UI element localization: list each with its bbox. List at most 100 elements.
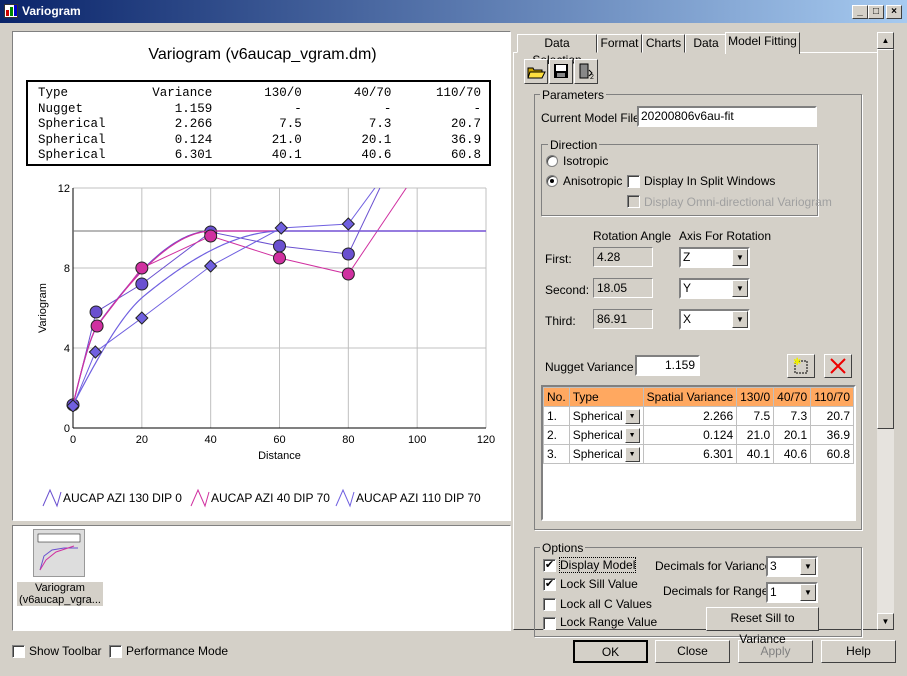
isotropic-radio[interactable] (546, 155, 558, 167)
tab-charts[interactable]: Charts (642, 34, 685, 53)
thumbnail-variogram[interactable] (33, 529, 85, 577)
chevron-down-icon[interactable]: ▼ (732, 280, 748, 297)
y-tick-label: 12 (58, 183, 70, 195)
rotation-axis-select[interactable]: Y ▼ (679, 278, 750, 299)
axis-for-rotation-header: Axis For Rotation (679, 229, 772, 243)
decimals-variances-select[interactable]: 3 ▼ (766, 556, 818, 577)
tab-format[interactable]: Format (597, 34, 642, 53)
reset-sill-button[interactable]: Reset Sill to Variance (706, 607, 819, 646)
table-cell[interactable]: 40.6 (773, 444, 812, 464)
display-model-checkbox[interactable]: ✔ (543, 559, 556, 572)
isotropic-label: Isotropic (563, 154, 609, 168)
chevron-down-icon[interactable]: ▼ (732, 249, 748, 266)
split-windows-checkbox[interactable] (627, 175, 640, 188)
type-cell[interactable]: Spherical ▼ (568, 444, 644, 464)
chevron-down-icon[interactable]: ▼ (624, 427, 640, 443)
y-axis-label: Variogram (37, 283, 49, 333)
tab-data-selection[interactable]: Data Selection (517, 34, 597, 67)
table-cell[interactable]: 36.9 (810, 425, 854, 445)
scroll-down-button[interactable]: ▼ (877, 613, 894, 630)
decimals-ranges-select[interactable]: 1 ▼ (766, 582, 818, 603)
model-file-input[interactable]: 20200806v6au-fit (637, 106, 817, 127)
data-point (135, 277, 149, 291)
omni-checkbox[interactable] (627, 195, 640, 208)
performance-mode-checkbox[interactable] (109, 645, 122, 658)
rotation-angle-field: 4.28 (593, 247, 653, 267)
chevron-down-icon[interactable]: ▼ (800, 584, 816, 601)
maximize-button[interactable]: □ (868, 5, 884, 19)
open-folder-button[interactable] (524, 59, 548, 84)
delete-structure-button[interactable] (824, 354, 852, 378)
rotation-axis-value: Z (683, 250, 691, 264)
table-cell[interactable]: 0.124 (642, 425, 738, 445)
table-cell[interactable]: 2. (543, 425, 570, 445)
table-cell[interactable]: 60.8 (810, 444, 854, 464)
table-cell[interactable]: 7.5 (736, 406, 775, 426)
rotation-axis-select[interactable]: X ▼ (679, 309, 750, 330)
legend-swatch (42, 488, 62, 508)
table-row[interactable]: 3. Spherical ▼ 6.301 40.1 40.6 60.8 (543, 444, 854, 464)
close-button[interactable]: × (886, 5, 902, 19)
help-button[interactable]: Help (821, 640, 896, 663)
experimental-line-3 (73, 188, 376, 407)
rotation-angle-field: 18.05 (593, 278, 653, 298)
rotation-axis-select[interactable]: Z ▼ (679, 247, 750, 268)
chevron-down-icon[interactable]: ▼ (732, 311, 748, 328)
ok-button[interactable]: OK (573, 640, 648, 663)
svg-text:✱: ✱ (793, 357, 801, 368)
type-cell[interactable]: Spherical ▼ (568, 406, 644, 426)
x-tick-label: 80 (342, 434, 354, 446)
lock-range-label: Lock Range Value (560, 615, 658, 629)
tab-data[interactable]: Data (685, 34, 727, 53)
nugget-variance-input[interactable]: 1.159 (635, 355, 700, 376)
table-cell[interactable]: 7.3 (773, 406, 812, 426)
svg-text:2: 2 (590, 74, 594, 81)
delete-icon (830, 358, 846, 374)
export-button[interactable]: 2 (574, 59, 598, 84)
table-cell[interactable]: 3. (543, 444, 570, 464)
type-cell[interactable]: Spherical ▼ (568, 425, 644, 445)
table-cell[interactable]: 21.0 (736, 425, 775, 445)
scroll-thumb[interactable] (877, 49, 894, 429)
options-group-label: Options (540, 541, 586, 555)
table-cell[interactable]: 2.266 (642, 406, 738, 426)
close-dialog-button[interactable]: Close (655, 640, 730, 663)
data-point (89, 305, 103, 319)
table-cell[interactable]: 6.301 (642, 444, 738, 464)
chevron-down-icon[interactable]: ▼ (624, 446, 640, 462)
experimental-line-1 (73, 188, 381, 405)
window-title: Variogram (22, 4, 81, 18)
data-point (135, 261, 149, 275)
table-cell[interactable]: 20.1 (773, 425, 812, 445)
table-header-row: No. Type Spatial Variance 130/0 40/70 110/70 (543, 387, 854, 407)
save-button[interactable] (549, 59, 573, 84)
show-toolbar-checkbox[interactable] (12, 645, 25, 658)
column-header: Type (568, 387, 644, 407)
table-cell[interactable]: 1. (543, 406, 570, 426)
legend-label: AUCAP AZI 130 DIP 0 (63, 491, 182, 505)
table-cell[interactable]: 40.1 (736, 444, 775, 464)
table-cell[interactable]: 20.7 (810, 406, 854, 426)
data-point (273, 251, 286, 265)
omni-label: Display Omni-directional Variogram (644, 195, 832, 209)
vertical-scrollbar[interactable]: ▲ ▼ (877, 32, 894, 630)
lock-sill-checkbox[interactable]: ✔ (543, 578, 556, 591)
lock-sill-label: Lock Sill Value (560, 577, 638, 591)
tab-model-fitting[interactable]: Model Fitting (725, 32, 800, 54)
chevron-down-icon[interactable]: ▼ (624, 408, 640, 424)
column-header: No. (543, 387, 570, 407)
table-row[interactable]: 1. Spherical ▼ 2.266 7.5 7.3 20.7 (543, 406, 854, 426)
thumbnail-panel: Variogram (v6aucap_vgra... (12, 525, 511, 631)
data-point (341, 247, 355, 261)
chevron-down-icon[interactable]: ▼ (800, 558, 816, 575)
anisotropic-radio[interactable] (546, 175, 558, 187)
scroll-up-button[interactable]: ▲ (877, 32, 894, 49)
table-row[interactable]: 2. Spherical ▼ 0.124 21.0 20.1 36.9 (543, 425, 854, 445)
add-structure-button[interactable]: ✱ (787, 354, 815, 378)
minimize-button[interactable]: _ (852, 5, 868, 19)
lock-c-values-checkbox[interactable] (543, 598, 556, 611)
rotation-axis-value: Y (683, 281, 692, 295)
column-header: 40/70 (773, 387, 812, 407)
x-tick-label: 40 (205, 434, 217, 446)
lock-range-checkbox[interactable] (543, 617, 556, 630)
